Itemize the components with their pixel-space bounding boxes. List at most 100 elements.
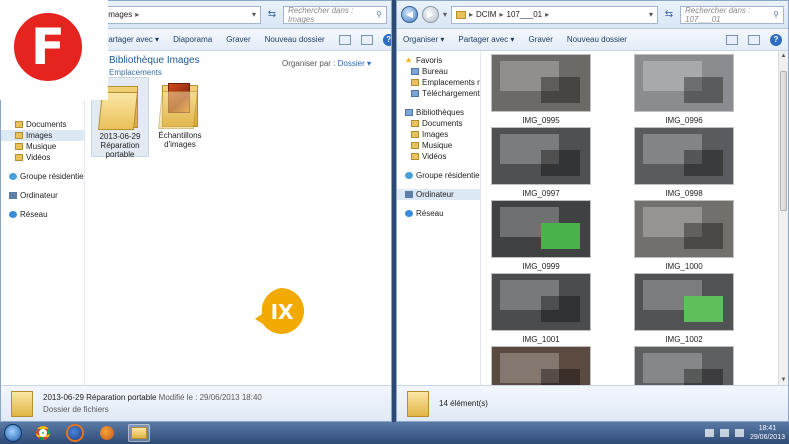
image-thumbnail[interactable]: IMG_0997 [490, 127, 592, 198]
taskbar-explorer[interactable] [128, 424, 150, 442]
image-thumbnail[interactable]: IMG_0998 [633, 127, 735, 198]
preview-pane-icon[interactable] [748, 34, 760, 45]
chrome-icon [36, 426, 50, 440]
search-input[interactable]: Rechercher dans : 107___01 ⚲ [680, 5, 784, 24]
image-thumbnail[interactable] [490, 346, 592, 385]
navigation-pane: ★Favoris Bureau Emplacements récents Tél… [397, 51, 481, 385]
address-dropdown-icon[interactable]: ▾ [252, 10, 256, 19]
ix-logo-text: IX [271, 300, 294, 324]
nav-item-computer[interactable]: Ordinateur [1, 190, 84, 201]
address-segment[interactable]: 107___01 [507, 10, 543, 19]
photo-thumbnail [634, 346, 734, 385]
clock-date: 29/06/2013 [749, 434, 785, 441]
address-chevron-icon[interactable]: ▸ [499, 10, 503, 19]
help-icon[interactable]: ? [382, 33, 391, 46]
taskbar-chrome[interactable] [32, 424, 54, 442]
nav-item-network[interactable]: Réseau [397, 208, 480, 219]
thumbnail-label: IMG_0996 [665, 116, 703, 125]
nav-item-label: Emplacements récents [422, 78, 480, 87]
image-thumbnail[interactable] [633, 346, 735, 385]
nav-item-music[interactable]: Musique [1, 141, 84, 152]
scroll-up-icon[interactable]: ▲ [779, 51, 788, 61]
address-chevron-icon[interactable]: ▸ [545, 10, 549, 19]
folder-tile[interactable]: Échantillons d'images [151, 77, 209, 152]
clock[interactable]: 18:41 29/06/2013 [750, 424, 785, 442]
nav-item-label: Ordinateur [20, 191, 58, 200]
image-thumbnail[interactable]: IMG_0995 [490, 54, 592, 125]
scrollbar-thumb[interactable] [780, 71, 787, 211]
nav-item-libraries[interactable]: Bibliothèques [397, 107, 480, 118]
refresh-icon[interactable]: ⇆ [662, 6, 676, 24]
nav-item-favorites[interactable]: ★ Favoris [397, 55, 480, 66]
image-thumbnail[interactable]: IMG_1000 [633, 200, 735, 271]
nav-item-computer[interactable]: Ordinateur [397, 189, 480, 200]
share-button[interactable]: Partager avec ▾ [458, 35, 514, 44]
nav-item-music[interactable]: Musique [397, 140, 480, 151]
address-segment[interactable]: DCIM [476, 10, 496, 19]
nav-item-label: Musique [422, 141, 453, 150]
arrange-dropdown[interactable]: Dossier ▾ [338, 59, 371, 68]
share-button[interactable]: Partager avec ▾ [103, 35, 159, 44]
nav-item-videos[interactable]: Vidéos [1, 152, 84, 163]
forward-arrow-icon[interactable]: ▶ [422, 6, 439, 23]
search-input[interactable]: Rechercher dans : Images ⚲ [283, 5, 387, 24]
image-thumbnail[interactable]: IMG_0999 [490, 200, 592, 271]
nav-item-network[interactable]: Réseau [1, 209, 84, 220]
address-bar: ◀ ▶ ▾ ▸ DCIM ▸ 107___01 ▸ ▾ ⇆ Rechercher… [397, 1, 788, 29]
refresh-icon[interactable]: ⇆ [265, 6, 279, 24]
address-field[interactable]: ▸ DCIM ▸ 107___01 ▸ ▾ [451, 5, 658, 24]
nav-item-recent[interactable]: Emplacements récents [397, 77, 480, 88]
folder-icon [456, 10, 467, 19]
back-arrow-icon[interactable]: ◀ [401, 6, 418, 23]
nav-item-label: Favoris [416, 56, 443, 65]
nav-item-label: Groupe résidentiel [416, 171, 480, 180]
organize-button[interactable]: Organiser ▾ [403, 35, 444, 44]
history-dropdown-icon[interactable]: ▾ [443, 10, 447, 19]
nav-item-videos[interactable]: Vidéos [397, 151, 480, 162]
image-thumbnail[interactable]: IMG_0996 [633, 54, 735, 125]
address-segment[interactable]: Images [106, 10, 132, 19]
explorer-folder-icon [131, 427, 147, 439]
image-thumbnail[interactable]: IMG_1002 [633, 273, 735, 344]
folder-icon [407, 390, 429, 417]
burn-button[interactable]: Graver [226, 35, 250, 44]
nav-item-images[interactable]: Images [397, 129, 480, 140]
details-pane: 2013-06-29 Réparation portable Modifié l… [1, 385, 391, 421]
view-options-icon[interactable] [338, 34, 351, 45]
preview-pane-icon[interactable] [360, 34, 373, 45]
folder-icon [15, 121, 23, 128]
taskbar-browser[interactable] [96, 424, 118, 442]
new-folder-button[interactable]: Nouveau dossier [567, 35, 627, 44]
nav-item-downloads[interactable]: Téléchargements [397, 88, 480, 99]
help-icon[interactable]: ? [770, 33, 782, 46]
network-icon [9, 211, 17, 218]
nav-item-desktop[interactable]: Bureau [397, 66, 480, 77]
vertical-scrollbar[interactable]: ▲ ▼ [778, 51, 788, 385]
address-chevron-icon[interactable]: ▸ [135, 10, 139, 19]
item-count: 14 élément(s) [439, 399, 488, 408]
nav-item-images[interactable]: Images [1, 130, 84, 141]
flag-icon[interactable] [704, 429, 714, 437]
image-thumbnail[interactable]: IMG_1001 [490, 273, 592, 344]
view-options-icon[interactable] [726, 34, 738, 45]
new-folder-button[interactable]: Nouveau dossier [265, 35, 325, 44]
volume-icon[interactable] [734, 429, 744, 437]
address-field[interactable]: Images ▸ ▾ [101, 5, 261, 24]
burn-button[interactable]: Graver [528, 35, 552, 44]
slideshow-button[interactable]: Diaporama [173, 35, 212, 44]
address-chevron-icon[interactable]: ▸ [469, 10, 473, 19]
file-list: Bibliothèque Images Emplacements Organis… [85, 51, 391, 385]
taskbar-firefox[interactable] [64, 424, 86, 442]
start-button-icon[interactable] [4, 424, 22, 442]
library-locations-link[interactable]: Emplacements [109, 68, 200, 77]
nav-item-homegroup[interactable]: Groupe résidentiel [1, 171, 84, 182]
network-tray-icon[interactable] [719, 429, 729, 437]
address-dropdown-icon[interactable]: ▾ [649, 10, 653, 19]
ix-logo-badge: IX [255, 288, 304, 334]
nav-item-homegroup[interactable]: Groupe résidentiel [397, 170, 480, 181]
nav-item-documents[interactable]: Documents [397, 118, 480, 129]
scroll-down-icon[interactable]: ▼ [779, 375, 788, 385]
folder-icon [411, 153, 419, 160]
nav-item-label: Bureau [422, 67, 448, 76]
nav-item-documents[interactable]: Documents [1, 119, 84, 130]
